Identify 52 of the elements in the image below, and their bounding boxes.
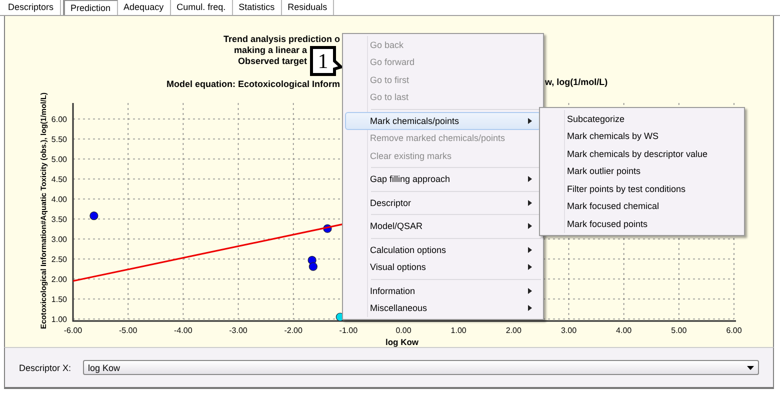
menu-item[interactable]: Mark outlier points bbox=[542, 162, 742, 180]
axis-tick-label: 5.00 bbox=[51, 155, 67, 164]
axis-tick-label: -5.00 bbox=[118, 326, 138, 335]
axis-tick-label: -4.00 bbox=[174, 326, 192, 335]
axis-tick-label: 3.00 bbox=[560, 326, 577, 335]
tab[interactable]: Statistics bbox=[232, 0, 282, 15]
axis-tick-label: 3.50 bbox=[51, 215, 67, 224]
axis-tick-label: 2.50 bbox=[51, 255, 67, 264]
axis-tick-label: 1.50 bbox=[51, 295, 67, 304]
menu-item[interactable]: Filter points by test conditions bbox=[542, 180, 742, 198]
menu-item[interactable]: Mark chemicals/points bbox=[345, 112, 541, 130]
axis-tick-label: 6.00 bbox=[51, 115, 67, 124]
menu-item[interactable]: Gap filling approach bbox=[345, 170, 541, 188]
menu-item[interactable]: Mark focused chemical bbox=[542, 198, 742, 215]
axis-tick-label: 4.00 bbox=[616, 326, 632, 335]
menu-item[interactable]: Model/QSAR bbox=[345, 218, 541, 235]
axis-tick-label: -6.00 bbox=[64, 326, 82, 335]
axis-tick-label: 6.00 bbox=[726, 326, 742, 335]
menu-item[interactable]: Mark chemicals by descriptor value bbox=[542, 145, 742, 162]
axis-tick-label: 1.00 bbox=[51, 315, 67, 324]
tab[interactable]: Residuals bbox=[282, 0, 334, 15]
axis-tick-label: -2.00 bbox=[284, 326, 302, 335]
menu-item[interactable]: Miscellaneous bbox=[345, 300, 541, 317]
axis-tick-label: 5.50 bbox=[51, 135, 67, 144]
chart-title: Trend analysis prediction o bbox=[223, 34, 340, 44]
tab[interactable]: Cumul. freq. bbox=[170, 0, 233, 15]
axis-tick-label: 2.00 bbox=[506, 326, 522, 335]
field-label: Descriptor X: bbox=[19, 362, 72, 372]
axis-tick-label: 2.00 bbox=[51, 275, 67, 284]
axis-tick-label: 3.00 bbox=[51, 235, 67, 244]
menu-item[interactable]: Visual options bbox=[345, 258, 541, 276]
axis-tick-label: 1.00 bbox=[450, 326, 466, 335]
tab[interactable]: Adequacy bbox=[118, 0, 171, 15]
descriptor-dropdown[interactable]: log Kow bbox=[83, 360, 759, 375]
axis-tick-label: 4.50 bbox=[51, 175, 67, 184]
x-axis-title: log Kow bbox=[385, 337, 419, 347]
axis-tick-label: -3.00 bbox=[229, 326, 248, 335]
model-equation: w, log(1/mol/L) bbox=[545, 77, 608, 87]
menu-item[interactable]: Mark focused points bbox=[542, 215, 742, 232]
axis-tick-label: 4.00 bbox=[51, 195, 67, 204]
menu-item[interactable]: Descriptor bbox=[345, 194, 541, 212]
menu-item[interactable]: Calculation options bbox=[345, 241, 541, 258]
menu-item[interactable]: Information bbox=[345, 282, 541, 300]
tab[interactable]: Prediction bbox=[62, 0, 118, 15]
axis-tick-label: 0.00 bbox=[396, 326, 412, 335]
model-equation: Model equation: Ecotoxicological Inform bbox=[166, 79, 340, 89]
chart-title: making a linear a bbox=[234, 45, 307, 55]
axis-tick-label: -1.00 bbox=[339, 326, 358, 335]
menu-item[interactable]: Subcategorize bbox=[542, 110, 742, 128]
chart-title: Observed target bbox=[238, 56, 307, 66]
axis-tick-label: 5.00 bbox=[671, 326, 687, 335]
menu-item[interactable]: Mark chemicals by WS bbox=[542, 128, 742, 145]
